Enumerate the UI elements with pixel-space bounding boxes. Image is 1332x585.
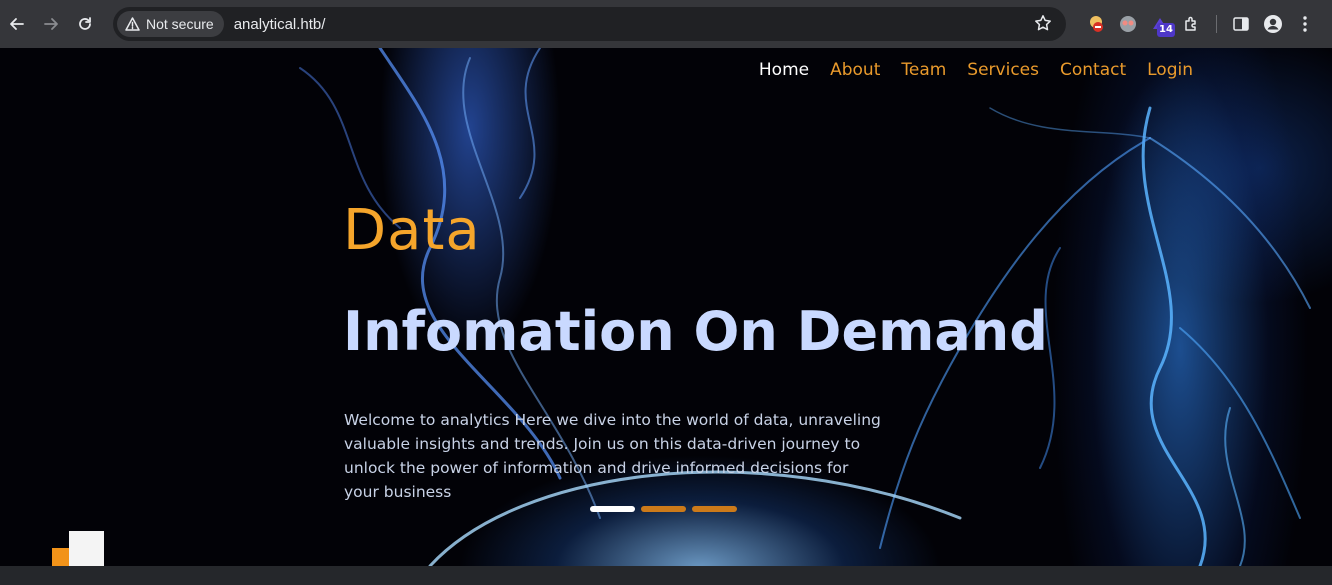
carousel-indicator-1[interactable]	[590, 506, 635, 512]
carousel-indicators	[590, 506, 737, 512]
extension-button[interactable]: 14	[1144, 7, 1176, 41]
carousel-indicator-2[interactable]	[641, 506, 686, 512]
browser-menu-button[interactable]	[1289, 7, 1321, 41]
logo-white-square	[69, 531, 104, 566]
nav-home-link[interactable]: Home	[759, 60, 809, 80]
hero-title: Infomation On Demand	[343, 300, 1048, 363]
adblock-extension-icon	[1090, 16, 1103, 32]
extensions-menu-button[interactable]	[1176, 7, 1208, 41]
site-nav: Home About Team Services Contact Login	[759, 60, 1193, 80]
site-logo-icon	[52, 531, 104, 566]
extension-icon	[1185, 16, 1196, 31]
extensions-area: 14	[1080, 7, 1321, 41]
profile-button[interactable]	[1257, 7, 1289, 41]
security-label: Not secure	[146, 16, 214, 32]
back-icon	[10, 18, 24, 30]
hero-description: Welcome to analytics Here we dive into t…	[344, 411, 881, 501]
nav-login-link[interactable]: Login	[1147, 60, 1193, 80]
page-bottom-strip	[0, 566, 1332, 585]
menu-icon	[1303, 16, 1307, 32]
hero-kicker: Data	[343, 198, 481, 263]
forward-icon	[44, 18, 58, 30]
extension-badge: 14	[1157, 23, 1175, 37]
logo-orange-square	[52, 548, 69, 566]
back-button[interactable]	[0, 7, 34, 41]
side-panel-button[interactable]	[1225, 7, 1257, 41]
carousel-indicator-3[interactable]	[692, 506, 737, 512]
extension-button[interactable]	[1080, 7, 1112, 41]
security-chip[interactable]: Not secure	[117, 11, 224, 37]
nav-about-link[interactable]: About	[830, 60, 880, 80]
page-viewport: Home About Team Services Contact Login D…	[0, 48, 1332, 566]
bookmark-star-button[interactable]	[1034, 14, 1052, 36]
profile-icon	[1264, 15, 1282, 33]
extension-button[interactable]	[1112, 7, 1144, 41]
warning-icon	[125, 17, 140, 31]
reload-button[interactable]	[68, 7, 102, 41]
nav-services-link[interactable]: Services	[967, 60, 1039, 80]
nav-team-link[interactable]: Team	[901, 60, 946, 80]
reload-icon	[79, 17, 91, 30]
forward-button[interactable]	[34, 7, 68, 41]
browser-toolbar: Not secure analytical.htb/ 14	[0, 0, 1332, 48]
url-text[interactable]: analytical.htb/	[234, 16, 326, 33]
star-icon	[1035, 15, 1051, 31]
toolbar-divider	[1216, 15, 1217, 33]
nav-contact-link[interactable]: Contact	[1060, 60, 1126, 80]
avatar-extension-icon	[1120, 16, 1136, 32]
address-bar[interactable]: Not secure analytical.htb/	[113, 7, 1066, 41]
side-panel-icon	[1233, 17, 1249, 31]
